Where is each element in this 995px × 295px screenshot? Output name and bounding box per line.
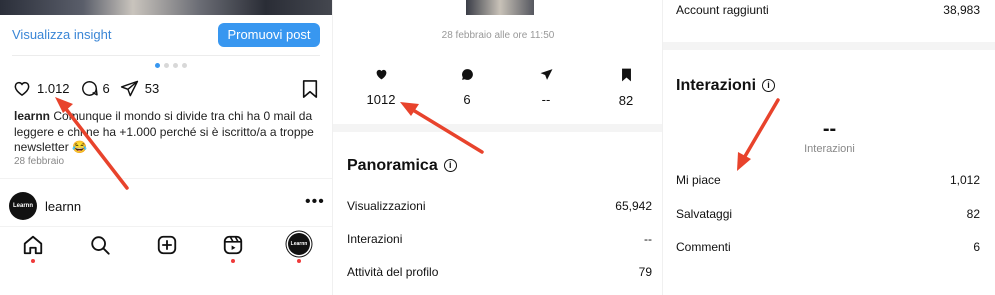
info-icon[interactable]: i [762, 79, 776, 93]
like-button[interactable]: 1.012 [12, 78, 70, 98]
interactions-header: Interazioni i [676, 77, 776, 95]
comment-button[interactable]: 6 [80, 79, 110, 98]
comment-icon [81, 80, 98, 96]
profile-tab-avatar[interactable]: Learnn [288, 233, 310, 255]
post-date: 28 febbraio [14, 156, 65, 167]
view-insights-link[interactable]: Visualizza insight [12, 27, 111, 42]
stat-value: 82 [618, 93, 634, 108]
post-caption: learnn Comunque il mondo si divide tra c… [14, 109, 319, 156]
insight-date: 28 febbraio alle ore 11:50 [441, 30, 555, 41]
carousel-indicator [155, 63, 187, 68]
interaction-row-value: 1,012 [949, 173, 980, 187]
create-post-icon[interactable] [156, 234, 178, 256]
reels-icon[interactable] [222, 234, 244, 256]
stat-value: 1012 [366, 92, 396, 107]
interaction-row-label: Commenti [676, 240, 731, 254]
divider [0, 226, 332, 227]
section-title: Panoramica [347, 157, 438, 174]
overview-header: Panoramica i [347, 157, 457, 175]
section-divider [663, 42, 995, 50]
stat-likes: 1012 [351, 68, 411, 107]
caption-text: Comunque il mondo si divide tra chi ha 0… [14, 109, 314, 154]
caption-username[interactable]: learnn [14, 109, 50, 123]
share-count: 53 [144, 80, 160, 96]
notification-dot [297, 259, 301, 263]
like-count: 1.012 [37, 80, 70, 96]
share-icon [120, 80, 138, 96]
reach-value: 38,983 [943, 3, 980, 17]
overview-row-label: Visualizzazioni [347, 199, 426, 213]
divider [12, 55, 320, 56]
comment-count: 6 [102, 80, 110, 96]
carousel-dot [173, 63, 178, 68]
interaction-row-label: Mi piace [676, 173, 721, 187]
interaction-row-value: 6 [973, 240, 980, 254]
notification-dot [31, 259, 35, 263]
overview-row-label: Interazioni [347, 232, 403, 246]
post-actions: 1.012 6 53 [12, 78, 159, 98]
carousel-dot [155, 63, 160, 68]
stat-shares: -- [516, 68, 576, 107]
promote-post-button[interactable]: Promuovi post [218, 23, 320, 47]
interaction-row-label: Salvataggi [676, 207, 733, 221]
post-insights-panel: 28 febbraio alle ore 11:50 1012 6 -- 82 … [332, 0, 662, 295]
avatar[interactable]: Learnn [9, 192, 37, 220]
interaction-row-value: 82 [966, 207, 980, 221]
stat-saves: 82 [596, 68, 656, 108]
post-image[interactable] [0, 0, 332, 15]
comment-icon [461, 69, 473, 80]
interactions-total: -- [822, 118, 837, 140]
notification-dot [231, 259, 235, 263]
home-icon[interactable] [22, 234, 44, 256]
stat-comments: 6 [437, 68, 497, 107]
share-icon [540, 69, 552, 80]
overview-row-value: 79 [638, 265, 652, 279]
reach-label: Account raggiunti [676, 3, 769, 17]
account-username[interactable]: learnn [45, 199, 81, 214]
post-thumbnail [466, 0, 534, 15]
bookmark-icon[interactable] [301, 79, 319, 99]
heart-icon [376, 69, 386, 80]
interactions-panel: Account raggiunti 38,983 Interazioni i --… [662, 0, 995, 295]
interactions-total-label: Interazioni [804, 143, 855, 155]
search-icon[interactable] [89, 234, 111, 256]
section-title: Interazioni [676, 77, 757, 94]
stat-value: 6 [463, 92, 471, 107]
post-panel: Visualizza insight Promuovi post 1.012 6… [0, 0, 332, 295]
info-icon[interactable]: i [443, 159, 457, 173]
overview-row-label: Attività del profilo [347, 265, 439, 279]
carousel-dot [164, 63, 169, 68]
stat-value: -- [541, 92, 551, 107]
share-button[interactable]: 53 [120, 79, 159, 98]
carousel-dot [182, 63, 187, 68]
overview-row-value: 65,942 [615, 199, 652, 213]
overview-row-value: -- [644, 232, 652, 246]
more-options-icon[interactable]: ••• [305, 193, 325, 211]
section-divider [333, 124, 662, 132]
heart-icon [14, 81, 30, 96]
divider [0, 178, 332, 179]
bookmark-icon [621, 68, 631, 82]
